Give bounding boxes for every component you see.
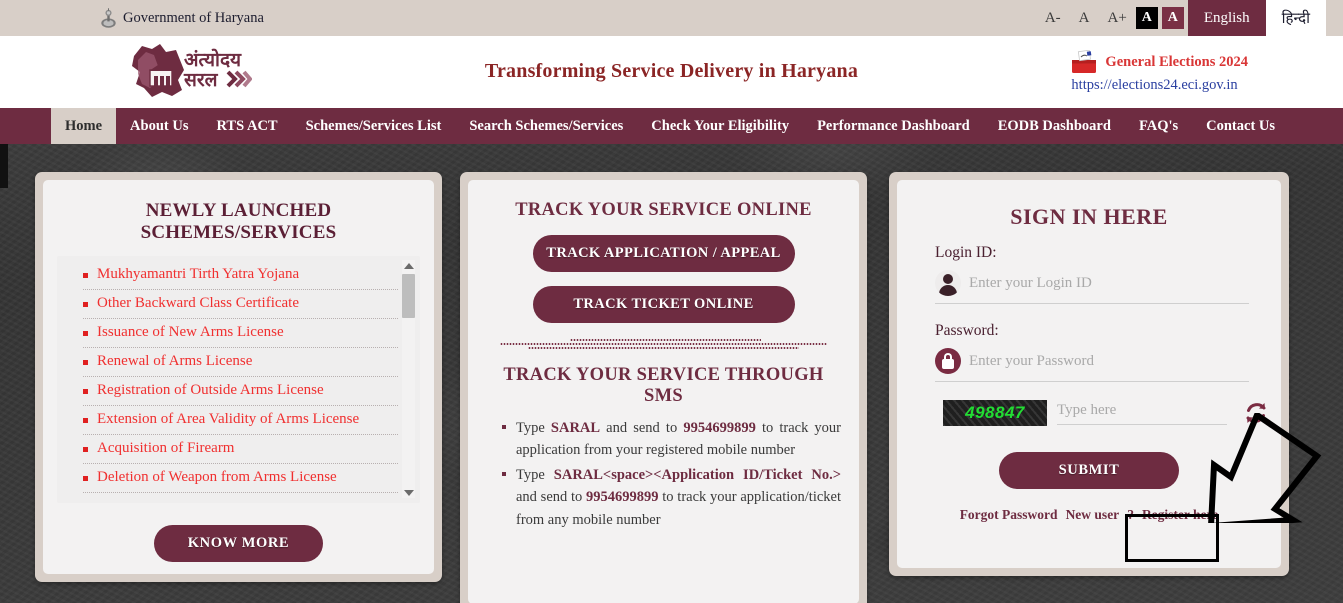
sms-text: Type — [516, 466, 554, 483]
sms-keyword: 9954699899 — [683, 420, 756, 436]
nav-item-about-us[interactable]: About Us — [116, 108, 202, 144]
sign-in-title: SIGN IN HERE — [1010, 204, 1168, 229]
scroll-up-button[interactable] — [403, 260, 414, 271]
india-emblem-icon — [101, 8, 116, 28]
nav-item-home[interactable]: Home — [51, 108, 117, 144]
register-here-link[interactable]: Register here — [1142, 507, 1218, 523]
scheme-list-item[interactable]: Mukhyamantri Tirth Yatra Yojana — [83, 261, 398, 290]
track-ticket-button[interactable]: TRACK TICKET ONLINE — [532, 286, 795, 323]
top-utility-bar: Government of Haryana A- A A+ A A Englis… — [0, 0, 1343, 36]
triangle-up-icon — [403, 262, 414, 269]
sms-keyword: SARAL<space><Application ID/Ticket No.> — [553, 466, 842, 483]
contrast-maroon-button[interactable]: A — [1161, 7, 1184, 29]
new-user-label: New user — [1065, 507, 1120, 522]
captcha-code: 498847 — [965, 403, 1025, 422]
lock-icon — [935, 348, 961, 374]
scheme-list-item[interactable]: Acquisition of Firearm — [83, 435, 398, 464]
nav-item-performance-dashboard[interactable]: Performance Dashboard — [803, 108, 984, 144]
general-elections-banner[interactable]: General Elections 2024 https://elections… — [1071, 50, 1248, 94]
captcha-image: 498847 — [943, 400, 1047, 426]
font-normal-button[interactable]: A — [1070, 0, 1099, 36]
nav-item-check-your-eligibility[interactable]: Check Your Eligibility — [637, 108, 803, 144]
triangle-down-icon — [403, 489, 414, 496]
scheme-list-item[interactable]: Extension of Area Validity of Arms Licen… — [83, 406, 398, 435]
nav-item-rts-act[interactable]: RTS ACT — [202, 108, 291, 144]
sms-keyword: SARAL — [550, 420, 601, 436]
dotted-divider — [500, 337, 827, 355]
newly-launched-list: Mukhyamantri Tirth Yatra Yojana Other Bac… — [57, 256, 420, 493]
font-size-controls: A- A A+ — [1036, 0, 1136, 36]
submit-button[interactable]: SUBMIT — [998, 452, 1180, 489]
left-black-strip — [0, 144, 8, 188]
scheme-list-item[interactable]: Renewal of Arms License — [83, 348, 398, 377]
elections-title: General Elections 2024 — [1105, 53, 1248, 70]
sms-instruction-item: Type SARAL<space><Application ID/Ticket … — [502, 464, 841, 531]
nav-item-faq-s[interactable]: FAQ's — [1125, 108, 1192, 144]
sms-text: Type — [516, 420, 551, 436]
login-id-input[interactable] — [969, 274, 1249, 292]
track-sms-title: TRACK YOUR SERVICE THROUGH SMS — [503, 365, 824, 406]
government-label: Government of Haryana — [123, 9, 264, 26]
sms-keyword: 9954699899 — [586, 489, 659, 506]
forgot-password-link[interactable]: Forgot Password — [960, 507, 1058, 523]
password-input[interactable] — [969, 352, 1249, 370]
scrollbar-thumb[interactable] — [402, 274, 415, 318]
site-header: अंत्योदय सरल Transforming Service Delive… — [0, 36, 1343, 108]
scheme-list-item[interactable]: Deletion of Weapon from Arms License — [83, 464, 398, 493]
password-field-row — [935, 348, 1249, 382]
login-id-field-row — [935, 270, 1249, 304]
scheme-list-item[interactable]: Issuance of New Arms License — [83, 319, 398, 348]
contrast-black-button[interactable]: A — [1135, 7, 1158, 29]
font-increase-button[interactable]: A+ — [1099, 0, 1136, 36]
track-service-card: TRACK YOUR SERVICE ONLINE TRACK APPLICAT… — [460, 172, 867, 603]
sms-text: and send to — [516, 489, 587, 506]
sms-text: and send to — [600, 420, 684, 436]
nav-item-eodb-dashboard[interactable]: EODB Dashboard — [984, 108, 1125, 144]
new-user-separator: ? — [1127, 507, 1134, 522]
scheme-list-item[interactable]: Other Backward Class Certificate — [83, 290, 398, 319]
ballot-box-icon — [1072, 50, 1097, 73]
track-application-button[interactable]: TRACK APPLICATION / APPEAL — [532, 235, 795, 272]
newly-launched-card: NEWLY LAUNCHED SCHEMES/SERVICES Mukhyama… — [35, 172, 442, 582]
know-more-button[interactable]: KNOW MORE — [153, 525, 324, 562]
language-hindi-button[interactable]: हिन्दी — [1265, 0, 1326, 36]
sign-in-card: SIGN IN HERE Login ID: Password: 498847 — [889, 172, 1289, 576]
newly-launched-listbox: Mukhyamantri Tirth Yatra Yojana Other Bac… — [57, 256, 420, 503]
sms-instructions-list: Type SARAL and send to 9954699899 to tra… — [482, 417, 845, 531]
government-of-haryana-block: Government of Haryana — [100, 0, 264, 36]
login-id-label: Login ID: — [935, 244, 997, 261]
password-label: Password: — [935, 322, 999, 339]
font-decrease-button[interactable]: A- — [1036, 0, 1070, 36]
captcha-row: 498847 — [943, 400, 1267, 426]
user-avatar-icon — [935, 270, 961, 296]
elections-url[interactable]: https://elections24.eci.gov.in — [1071, 77, 1248, 94]
refresh-captcha-icon[interactable] — [1243, 400, 1269, 426]
sign-in-links: Forgot Password New user ? Register here — [911, 489, 1267, 523]
scheme-list-item[interactable]: Registration of Outside Arms License — [83, 377, 398, 406]
topbar-right-controls: A- A A+ A A English हिन्दी — [1036, 0, 1343, 36]
scroll-down-button[interactable] — [403, 487, 414, 498]
captcha-input[interactable] — [1057, 401, 1227, 425]
nav-item-contact-us[interactable]: Contact Us — [1192, 108, 1289, 144]
newly-launched-title: NEWLY LAUNCHED SCHEMES/SERVICES — [140, 200, 337, 243]
nav-item-search-schemes-services[interactable]: Search Schemes/Services — [455, 108, 637, 144]
nav-item-schemes-services-list[interactable]: Schemes/Services List — [292, 108, 456, 144]
language-english-button[interactable]: English — [1187, 0, 1266, 36]
sms-instruction-item: Type SARAL and send to 9954699899 to tra… — [502, 417, 841, 462]
track-online-title: TRACK YOUR SERVICE ONLINE — [515, 200, 812, 220]
cards-row: NEWLY LAUNCHED SCHEMES/SERVICES Mukhyama… — [0, 144, 1343, 603]
main-navigation: Home About Us RTS ACT Schemes/Services List… — [0, 108, 1343, 144]
scrollbar[interactable] — [402, 260, 415, 498]
